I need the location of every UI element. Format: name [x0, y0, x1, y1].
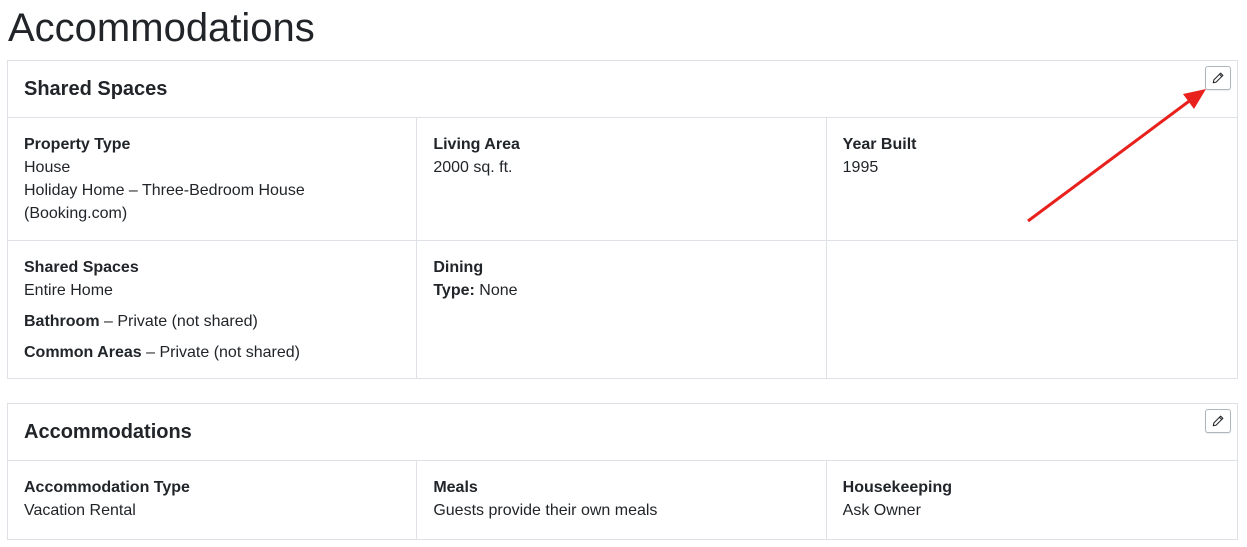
housekeeping-cell: Housekeeping Ask Owner [827, 461, 1237, 539]
housekeeping-label: Housekeeping [842, 479, 953, 496]
page-title: Accommodations [8, 6, 315, 50]
common-areas-label: Common Areas [24, 344, 142, 361]
living-area-label: Living Area [433, 136, 520, 153]
dining-label: Dining [433, 259, 484, 276]
edit-shared-spaces-button[interactable] [1205, 66, 1231, 90]
dining-cell: Dining Type: None [417, 241, 827, 378]
panel-title: Shared Spaces [24, 78, 168, 100]
panel-header: Accommodations [8, 404, 1237, 461]
details-row: Shared Spaces Entire Home Bathroom – Pri… [8, 241, 1237, 378]
dining-type: Type: None [433, 279, 809, 302]
property-type-value: House [24, 159, 71, 176]
bathroom-line: Bathroom – Private (not shared) [24, 310, 400, 333]
details-row: Property Type House Holiday Home – Three… [8, 118, 1237, 241]
common-areas-line: Common Areas – Private (not shared) [24, 341, 400, 364]
edit-accommodations-button[interactable] [1205, 409, 1231, 433]
property-type-cell: Property Type House Holiday Home – Three… [8, 118, 418, 240]
shared-spaces-cell: Shared Spaces Entire Home Bathroom – Pri… [8, 241, 418, 378]
living-area-cell: Living Area 2000 sq. ft. [417, 118, 827, 240]
meals-label: Meals [433, 479, 478, 496]
housekeeping-value: Ask Owner [842, 502, 921, 519]
empty-cell [827, 241, 1237, 378]
property-type-detail: Holiday Home – Three-Bedroom House (Book… [24, 182, 305, 222]
accommodation-type-cell: Accommodation Type Vacation Rental [8, 461, 418, 539]
shared-spaces-label: Shared Spaces [24, 259, 139, 276]
pencil-icon [1212, 415, 1224, 427]
meals-cell: Meals Guests provide their own meals [417, 461, 827, 539]
accommodations-panel: Accommodations Accommodation Type Vacati… [7, 403, 1238, 540]
common-areas-value: – Private (not shared) [141, 344, 300, 361]
year-built-value: 1995 [842, 159, 879, 176]
bathroom-value: – Private (not shared) [99, 313, 258, 330]
property-type-label: Property Type [24, 136, 131, 153]
shared-spaces-value: Entire Home [24, 282, 113, 299]
living-area-value: 2000 sq. ft. [433, 159, 513, 176]
panel-header: Shared Spaces [8, 61, 1237, 118]
panel-title: Accommodations [24, 421, 192, 443]
shared-spaces-panel: Shared Spaces Property Type House Holida… [7, 60, 1238, 379]
year-built-cell: Year Built 1995 [827, 118, 1237, 240]
bathroom-label: Bathroom [24, 313, 100, 330]
dining-type-label: Type: [433, 282, 475, 299]
meals-value: Guests provide their own meals [433, 502, 658, 519]
details-row: Accommodation Type Vacation Rental Meals… [8, 461, 1237, 539]
pencil-icon [1212, 72, 1224, 84]
accommodation-type-value: Vacation Rental [24, 502, 136, 519]
dining-type-value: None [474, 282, 518, 299]
accommodation-type-label: Accommodation Type [24, 479, 190, 496]
year-built-label: Year Built [842, 136, 917, 153]
